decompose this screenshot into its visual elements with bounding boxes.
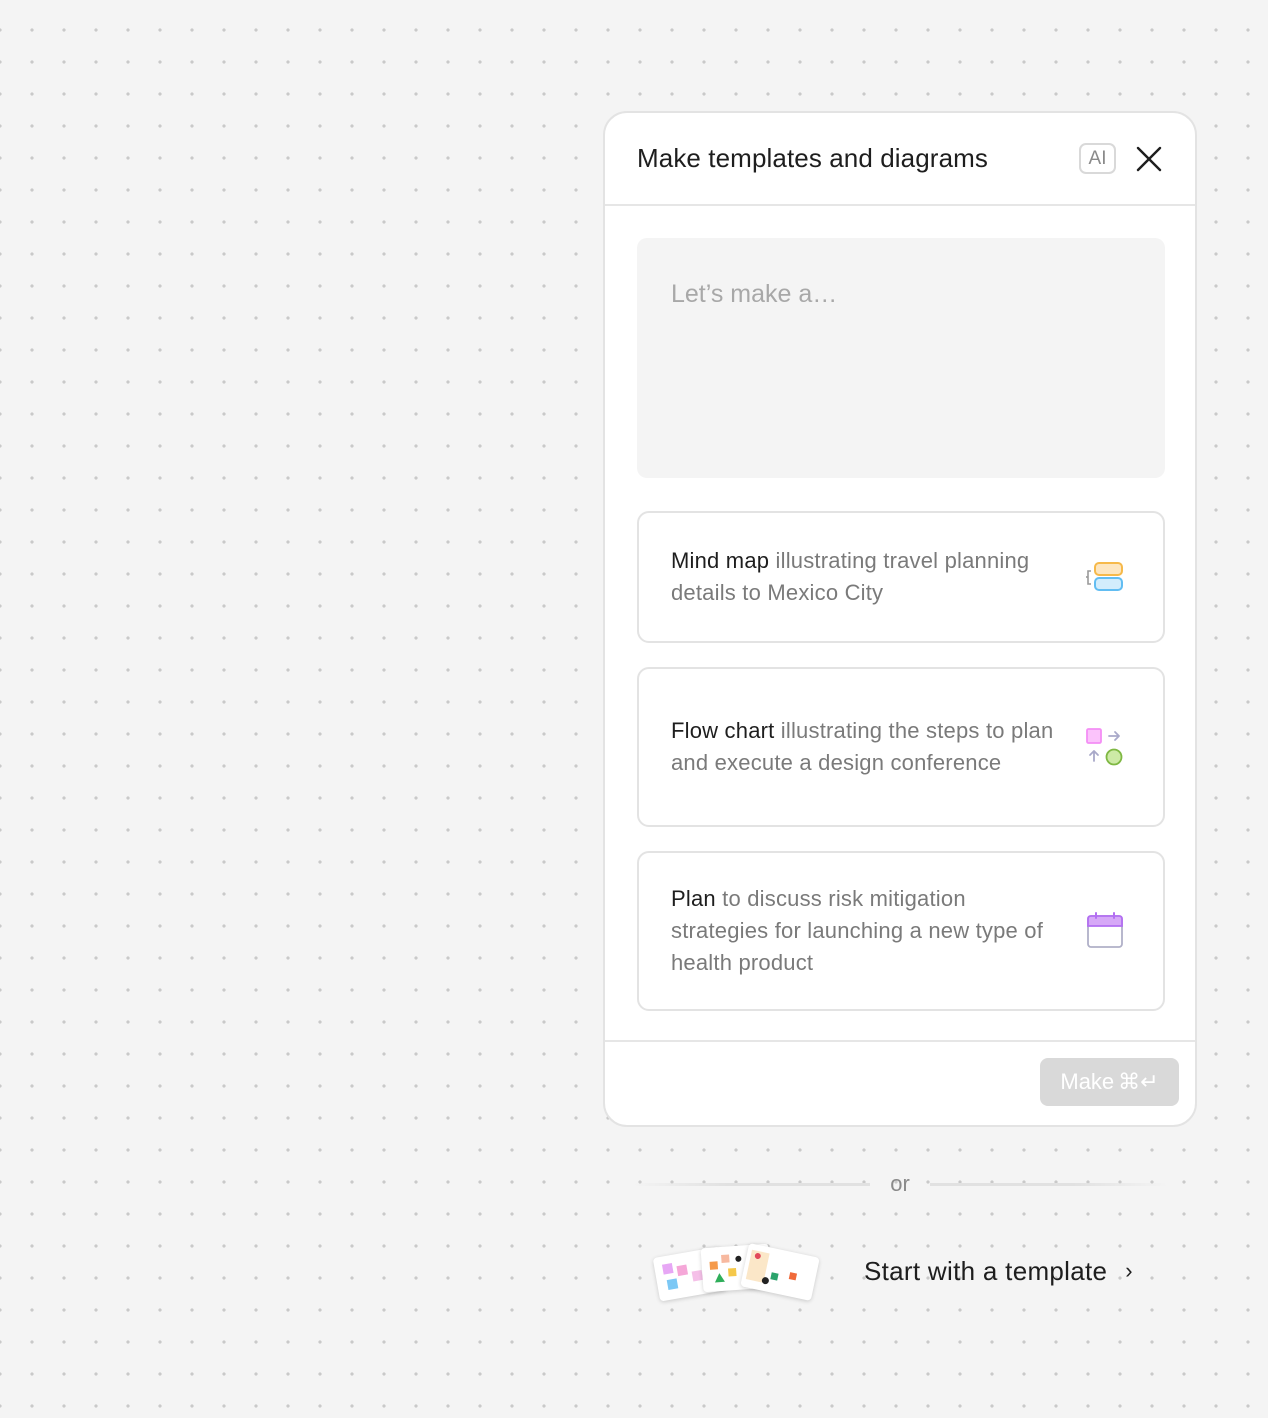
calendar-icon	[1087, 912, 1123, 948]
make-templates-panel: Make templates and diagrams AI Mind map …	[603, 111, 1197, 1127]
make-button-shortcut: ⌘↵	[1118, 1069, 1159, 1094]
close-button[interactable]	[1134, 144, 1164, 174]
suggestion-plan[interactable]: Plan to discuss risk mitigation strategi…	[637, 851, 1165, 1011]
close-icon	[1136, 146, 1162, 171]
suggestion-description: to discuss risk mitigation strategies fo…	[671, 886, 1044, 975]
divider-line-left	[632, 1182, 871, 1186]
flow-chart-icon	[1086, 728, 1123, 766]
suggestion-text: Flow chart illustrating the steps to pla…	[671, 715, 1085, 779]
panel-title: Make templates and diagrams	[637, 143, 988, 173]
mind-map-icon	[1086, 562, 1123, 591]
suggestion-text: Mind map illustrating travel planning de…	[671, 545, 1085, 609]
or-text: or	[890, 1171, 910, 1196]
template-thumbnail	[740, 1242, 820, 1302]
make-button[interactable]: Make ⌘↵	[1040, 1058, 1179, 1106]
suggestion-keyword: Plan	[671, 886, 716, 911]
divider-line-right	[929, 1182, 1168, 1186]
suggestion-text: Plan to discuss risk mitigation strategi…	[671, 883, 1085, 979]
panel-body: Mind map illustrating travel planning de…	[605, 206, 1195, 1011]
chevron-right-icon: ›	[1125, 1258, 1133, 1283]
suggestion-mind-map[interactable]: Mind map illustrating travel planning de…	[637, 511, 1165, 643]
suggestion-keyword: Mind map	[671, 548, 770, 573]
start-with-template-button[interactable]: Start with a template ›	[650, 1236, 1170, 1306]
ai-badge: AI	[1079, 143, 1116, 174]
suggestion-keyword: Flow chart	[671, 718, 775, 743]
prompt-input[interactable]	[637, 238, 1165, 478]
template-label: Start with a template	[864, 1255, 1108, 1286]
panel-footer: Make ⌘↵	[605, 1040, 1195, 1125]
panel-header: Make templates and diagrams AI	[605, 113, 1195, 206]
template-thumbnails	[650, 1236, 822, 1306]
suggestion-flow-chart[interactable]: Flow chart illustrating the steps to pla…	[637, 667, 1165, 827]
or-divider: or	[632, 1168, 1168, 1200]
make-button-label: Make	[1060, 1069, 1115, 1094]
